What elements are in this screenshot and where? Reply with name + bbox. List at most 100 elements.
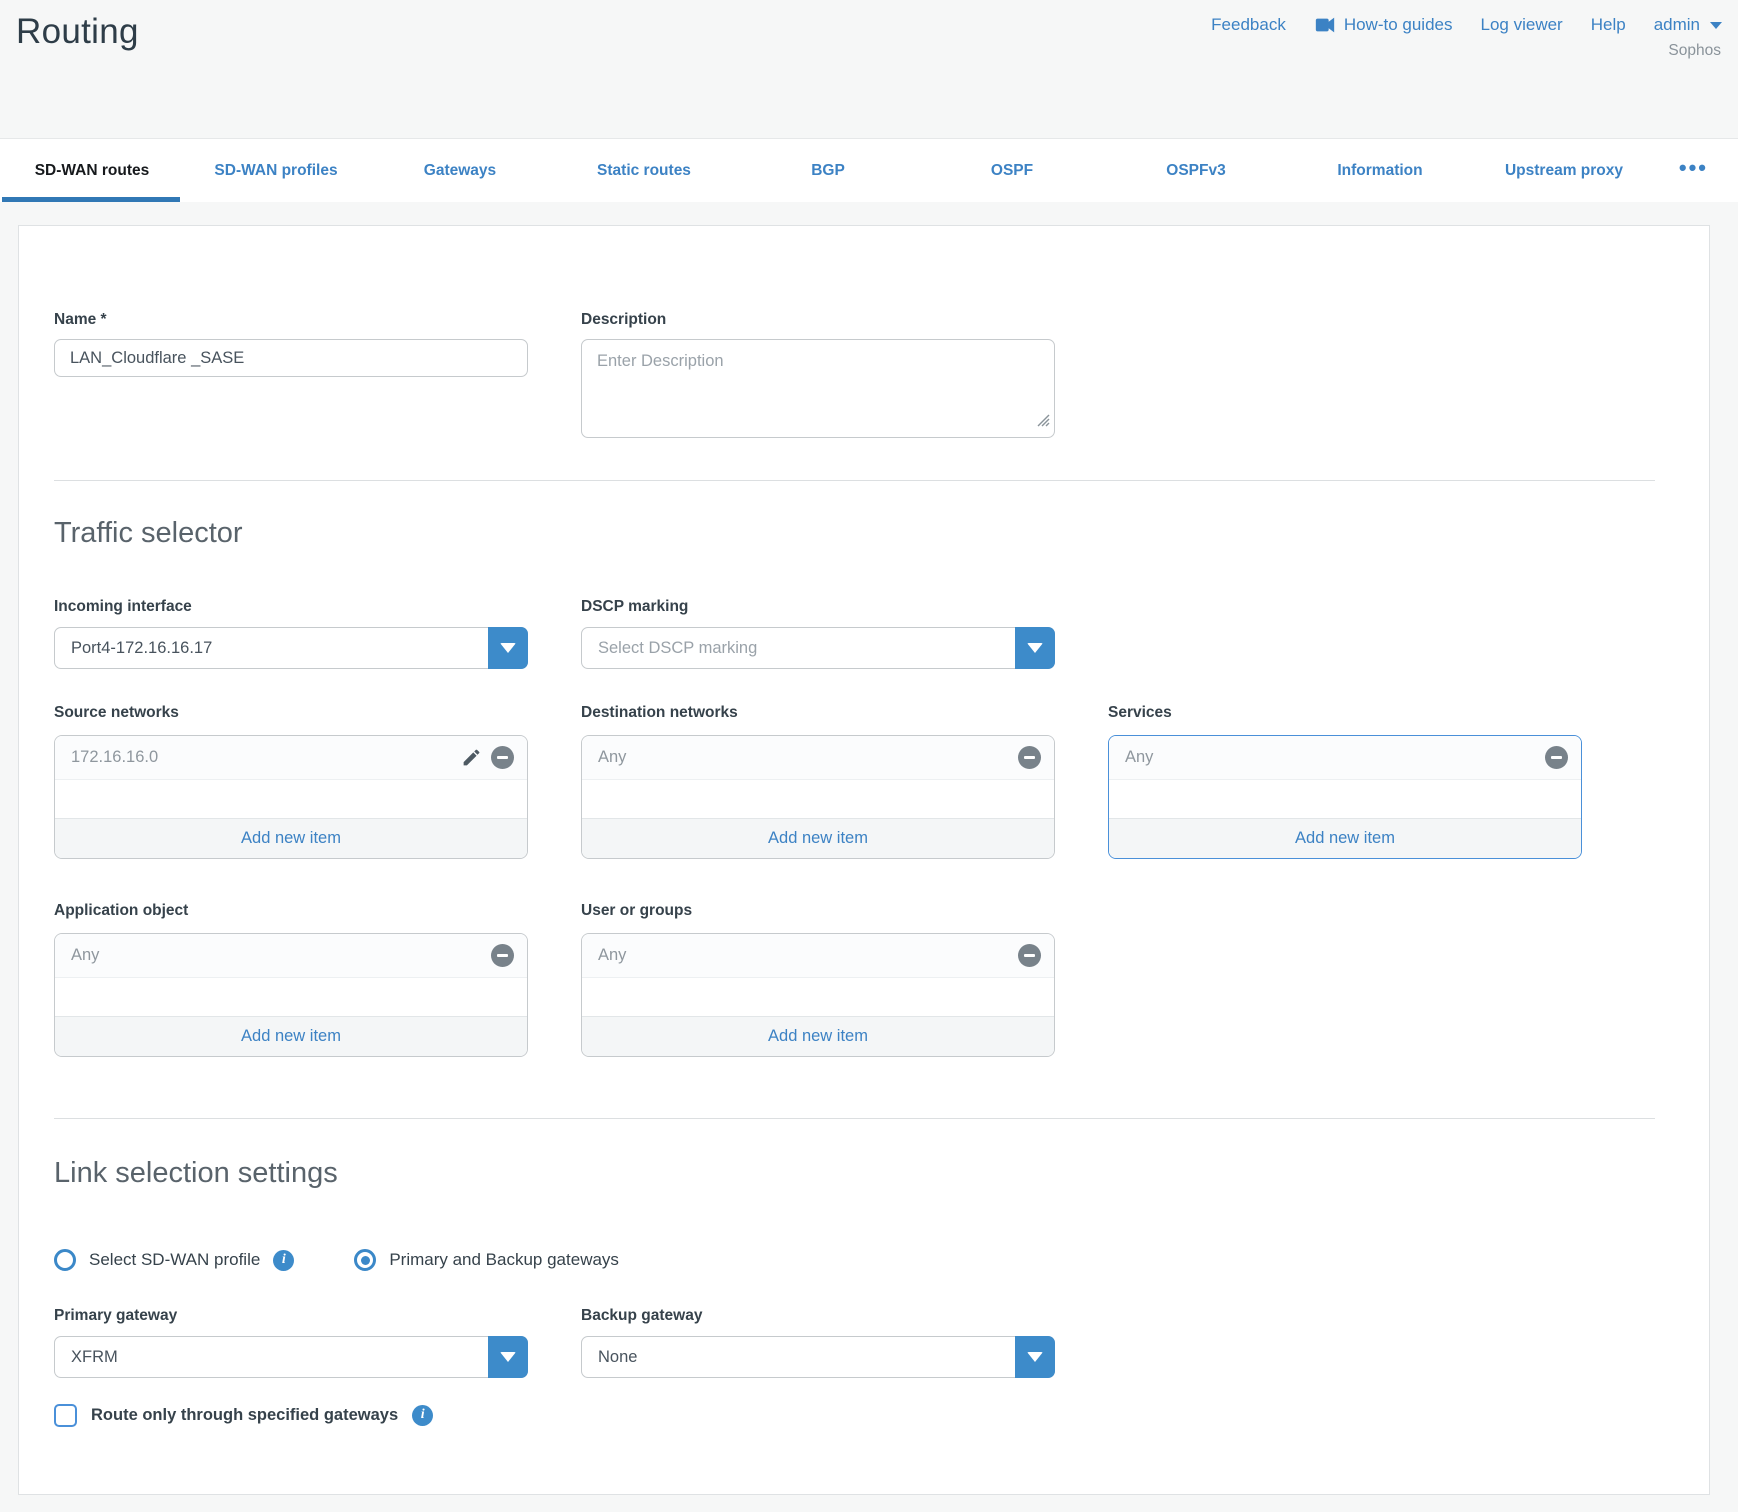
services-add-button[interactable]: Add new item <box>1109 818 1581 858</box>
source-network-value: 172.16.16.0 <box>71 748 158 767</box>
radio-sdwan-profile-label: Select SD-WAN profile <box>89 1250 260 1270</box>
destination-networks-add-button[interactable]: Add new item <box>582 818 1054 858</box>
log-viewer-label: Log viewer <box>1481 15 1563 35</box>
info-icon[interactable]: i <box>273 1250 294 1271</box>
howto-guides-label: How-to guides <box>1344 15 1453 35</box>
more-tabs-button[interactable]: ••• <box>1679 139 1738 202</box>
dscp-marking-label: DSCP marking <box>581 598 1055 618</box>
incoming-interface-value: Port4-172.16.16.17 <box>71 639 212 658</box>
log-viewer-link[interactable]: Log viewer <box>1481 15 1563 35</box>
name-label: Name * <box>54 311 528 331</box>
help-link[interactable]: Help <box>1591 15 1626 35</box>
caret-down-icon <box>500 643 516 653</box>
tab-gateways[interactable]: Gateways <box>368 139 552 202</box>
remove-item-icon[interactable] <box>491 746 514 769</box>
link-selection-heading: Link selection settings <box>54 1154 1655 1192</box>
primary-gateway-value: XFRM <box>71 1348 118 1367</box>
sdwan-route-form: Name * Description Traffi <box>18 225 1710 1495</box>
info-icon[interactable]: i <box>412 1405 433 1426</box>
list-item: Any <box>582 934 1054 978</box>
list-item: Any <box>582 736 1054 780</box>
source-networks-box: 172.16.16.0 Add new item <box>54 735 528 859</box>
destination-network-value: Any <box>598 748 626 767</box>
description-input[interactable] <box>581 339 1055 438</box>
list-empty-area <box>582 978 1054 1016</box>
dscp-marking-dropdown-button[interactable] <box>1015 627 1055 669</box>
primary-gateway-label: Primary gateway <box>54 1307 528 1327</box>
remove-item-icon[interactable] <box>1018 746 1041 769</box>
incoming-interface-select[interactable]: Port4-172.16.16.17 <box>54 627 528 669</box>
tab-bgp[interactable]: BGP <box>736 139 920 202</box>
backup-gateway-select[interactable]: None <box>581 1336 1055 1378</box>
section-divider <box>54 480 1655 481</box>
radio-sdwan-profile[interactable] <box>54 1249 76 1271</box>
user-or-groups-box: Any Add new item <box>581 933 1055 1057</box>
source-networks-label: Source networks <box>54 704 528 724</box>
help-label: Help <box>1591 15 1626 35</box>
page-header: Routing Feedback How-to guides Log viewe… <box>0 0 1738 138</box>
application-object-box: Any Add new item <box>54 933 528 1057</box>
radio-primary-backup-gateways[interactable] <box>354 1249 376 1271</box>
remove-item-icon[interactable] <box>1545 746 1568 769</box>
list-item: Any <box>55 934 527 978</box>
tab-ospf[interactable]: OSPF <box>920 139 1104 202</box>
radio-group-sdwan-profile: Select SD-WAN profile i <box>54 1249 294 1271</box>
tab-information[interactable]: Information <box>1288 139 1472 202</box>
description-label: Description <box>581 311 1055 331</box>
howto-guides-link[interactable]: How-to guides <box>1314 14 1453 36</box>
user-or-groups-add-button[interactable]: Add new item <box>582 1016 1054 1056</box>
feedback-label: Feedback <box>1211 15 1286 35</box>
remove-item-icon[interactable] <box>491 944 514 967</box>
radio-group-primary-backup: Primary and Backup gateways <box>354 1249 619 1271</box>
destination-networks-box: Any Add new item <box>581 735 1055 859</box>
tab-bar: SD-WAN routes SD-WAN profiles Gateways S… <box>0 138 1738 202</box>
radio-primary-backup-label: Primary and Backup gateways <box>389 1250 619 1270</box>
edit-icon[interactable] <box>461 747 482 768</box>
service-value: Any <box>1125 748 1153 767</box>
list-empty-area <box>55 978 527 1016</box>
brand-label: Sophos <box>1668 42 1721 60</box>
route-only-checkbox[interactable] <box>54 1404 77 1427</box>
tab-static-routes[interactable]: Static routes <box>552 139 736 202</box>
backup-gateway-dropdown-button[interactable] <box>1015 1336 1055 1378</box>
route-only-label: Route only through specified gateways <box>91 1406 398 1425</box>
source-networks-add-button[interactable]: Add new item <box>55 818 527 858</box>
dscp-marking-placeholder: Select DSCP marking <box>598 639 757 658</box>
caret-down-icon <box>500 1352 516 1362</box>
admin-menu[interactable]: admin <box>1654 15 1722 35</box>
backup-gateway-label: Backup gateway <box>581 1307 1055 1327</box>
services-box: Any Add new item <box>1108 735 1582 859</box>
application-object-add-button[interactable]: Add new item <box>55 1016 527 1056</box>
list-empty-area <box>55 780 527 818</box>
feedback-link[interactable]: Feedback <box>1211 15 1286 35</box>
tab-sdwan-routes[interactable]: SD-WAN routes <box>0 139 184 202</box>
incoming-interface-label: Incoming interface <box>54 598 528 618</box>
video-camera-icon <box>1314 14 1336 36</box>
name-input[interactable] <box>54 339 528 377</box>
tab-sdwan-profiles[interactable]: SD-WAN profiles <box>184 139 368 202</box>
page-title: Routing <box>16 12 139 52</box>
application-object-label: Application object <box>54 902 528 922</box>
backup-gateway-value: None <box>598 1348 637 1367</box>
caret-down-icon <box>1027 1352 1043 1362</box>
list-item: Any <box>1109 736 1581 780</box>
top-links: Feedback How-to guides Log viewer Help a… <box>1211 14 1722 36</box>
list-empty-area <box>582 780 1054 818</box>
application-object-value: Any <box>71 946 99 965</box>
primary-gateway-dropdown-button[interactable] <box>488 1336 528 1378</box>
user-or-groups-value: Any <box>598 946 626 965</box>
dscp-marking-select[interactable]: Select DSCP marking <box>581 627 1055 669</box>
tab-upstream-proxy[interactable]: Upstream proxy <box>1472 139 1656 202</box>
section-divider <box>54 1118 1655 1119</box>
incoming-interface-dropdown-button[interactable] <box>488 627 528 669</box>
traffic-selector-heading: Traffic selector <box>54 514 1655 552</box>
caret-down-icon <box>1027 643 1043 653</box>
chevron-down-icon <box>1710 22 1722 29</box>
primary-gateway-select[interactable]: XFRM <box>54 1336 528 1378</box>
list-empty-area <box>1109 780 1581 818</box>
user-or-groups-label: User or groups <box>581 902 1055 922</box>
services-label: Services <box>1108 704 1582 724</box>
tab-ospfv3[interactable]: OSPFv3 <box>1104 139 1288 202</box>
remove-item-icon[interactable] <box>1018 944 1041 967</box>
list-item: 172.16.16.0 <box>55 736 527 780</box>
